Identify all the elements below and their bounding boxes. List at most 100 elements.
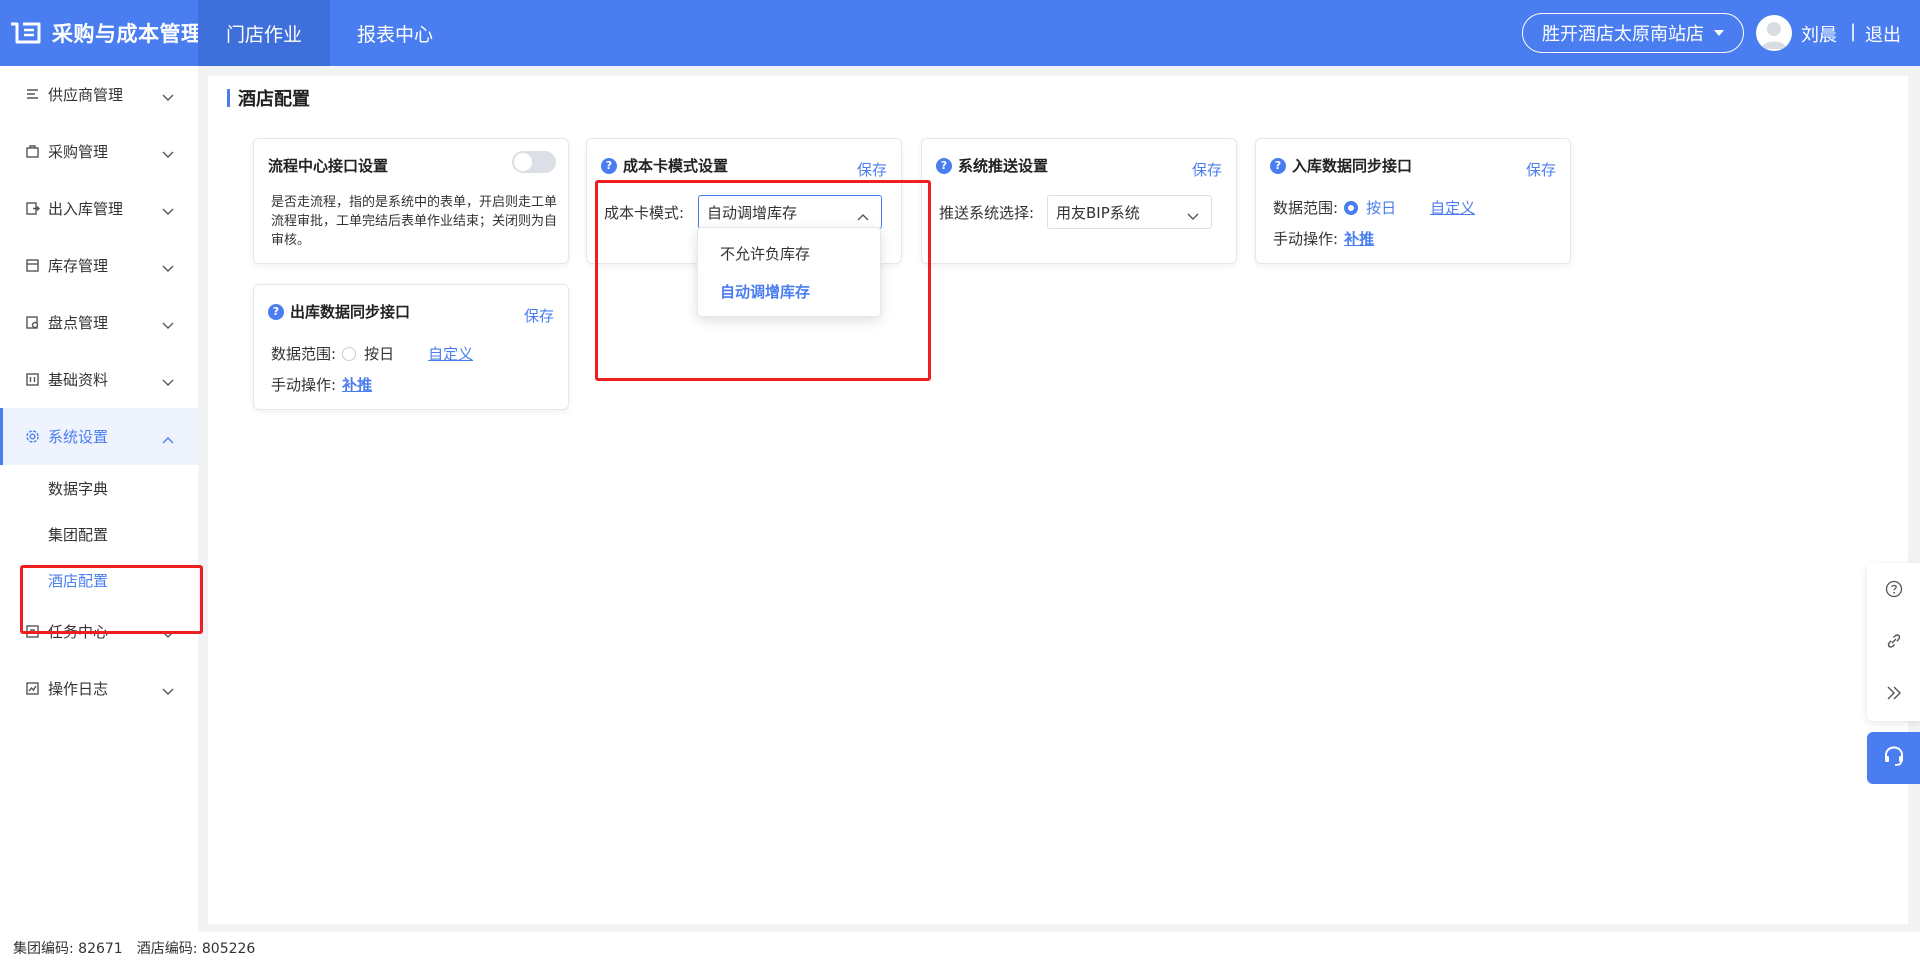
card-title-text: 系统推送设置: [958, 157, 1049, 175]
separator: |: [1850, 21, 1857, 42]
push-system-value: 用友BIP系统: [1056, 203, 1140, 222]
sidebar-item-purchase[interactable]: 采购管理: [0, 123, 198, 180]
flow-center-card: 流程中心接口设置 是否走流程，指的是系统中的表单，开启则走工单流程审批，工单完结…: [253, 138, 569, 264]
group-code-label: 集团编码:: [13, 940, 74, 957]
title-accent-bar: [227, 89, 230, 107]
sidebar-item-inventory[interactable]: 库存管理: [0, 237, 198, 294]
range-label: 数据范围:: [271, 345, 337, 363]
footer-bar: 集团编码: 82671 酒店编码: 805226: [0, 932, 1920, 963]
flow-description: 是否走流程，指的是系统中的表单，开启则走工单流程审批，工单完结后表单作业结束；关…: [271, 195, 558, 248]
manual-label: 手动操作:: [271, 376, 337, 394]
chevron-down-icon: [162, 202, 174, 220]
supplier-icon: [24, 87, 40, 103]
help-icon[interactable]: ?: [268, 303, 284, 320]
radio-daily[interactable]: 按日: [1344, 197, 1396, 218]
top-bar: 采购与成本管理 门店作业 报表中心 胜开酒店太原南站店 刘晨 | 退出: [0, 0, 1920, 66]
radio-daily-label: 按日: [364, 345, 395, 363]
custom-range-link[interactable]: 自定义: [1430, 197, 1475, 218]
chevron-down-icon: [162, 88, 174, 106]
logo-icon: [8, 19, 44, 47]
card-title-text: 出库数据同步接口: [290, 303, 411, 321]
highlight-box-dropdown: [595, 180, 931, 381]
hotel-code-value: 805226: [201, 940, 256, 957]
flow-enable-toggle[interactable]: [512, 151, 556, 173]
help-icon[interactable]: ?: [1270, 157, 1286, 174]
highlight-box-hotel-config: [20, 565, 203, 634]
repush-link[interactable]: 补推: [342, 374, 372, 395]
chevron-down-icon: [162, 373, 174, 391]
sidebar-subitem-group-config[interactable]: 集团配置: [0, 511, 198, 557]
chevron-down-icon: [162, 316, 174, 334]
inbound-manual-row: 手动操作: 补推: [1273, 228, 1374, 249]
radio-daily[interactable]: 按日: [342, 343, 394, 364]
card-title: 流程中心接口设置: [268, 155, 388, 176]
page-title-text: 酒店配置: [238, 89, 310, 110]
sidebar-item-inout[interactable]: 出入库管理: [0, 180, 198, 237]
inout-icon: [24, 201, 40, 217]
sidebar-item-label: 供应商管理: [48, 86, 124, 104]
sidebar-item-supplier[interactable]: 供应商管理: [0, 66, 198, 123]
inbound-sync-card: ? 入库数据同步接口 保存 数据范围: 按日 自定义 手动操作: 补推: [1255, 138, 1571, 264]
outbound-sync-card: ? 出库数据同步接口 保存 数据范围: 按日 自定义 手动操作: 补推: [253, 284, 569, 410]
question-circle-icon: [1885, 580, 1903, 602]
save-button[interactable]: 保存: [524, 305, 554, 326]
app-logo[interactable]: 采购与成本管理: [8, 0, 203, 66]
sidebar-subitem-data-dictionary[interactable]: 数据字典: [0, 465, 198, 511]
repush-link[interactable]: 补推: [1344, 228, 1374, 249]
manual-label: 手动操作:: [1273, 230, 1339, 248]
double-chevron-right-icon: [1885, 684, 1903, 706]
help-tool-button[interactable]: [1867, 565, 1920, 617]
card-title-text: 入库数据同步接口: [1292, 157, 1413, 175]
help-icon[interactable]: ?: [936, 157, 952, 174]
app-title: 采购与成本管理: [52, 22, 203, 46]
radio-unchecked-icon: [342, 346, 357, 361]
purchase-icon: [24, 144, 40, 160]
radio-checked-icon: [1344, 200, 1359, 215]
custom-range-link[interactable]: 自定义: [428, 343, 473, 364]
logout-link[interactable]: 退出: [1865, 21, 1901, 47]
card-title: ? 入库数据同步接口: [1270, 155, 1412, 176]
sidebar-item-stocktake[interactable]: 盘点管理: [0, 294, 198, 351]
sidebar: 供应商管理 采购管理 出入库管理 库存管理 盘点管理 基础资料 系统设置 数据字…: [0, 66, 198, 932]
caret-down-icon: [1714, 30, 1724, 36]
push-system-label: 推送系统选择:: [939, 204, 1035, 222]
store-name: 胜开酒店太原南站店: [1542, 24, 1704, 45]
floating-toolbar: [1867, 563, 1920, 721]
avatar[interactable]: [1756, 15, 1792, 51]
log-icon: [24, 681, 40, 697]
save-button[interactable]: 保存: [1192, 159, 1222, 180]
customer-support-button[interactable]: [1867, 732, 1920, 784]
user-name[interactable]: 刘晨: [1801, 21, 1837, 47]
sidebar-item-system-settings[interactable]: 系统设置: [0, 408, 198, 465]
push-system-select[interactable]: 用友BIP系统: [1047, 195, 1212, 229]
radio-daily-label: 按日: [1366, 199, 1397, 217]
headset-icon: [1882, 744, 1906, 772]
sidebar-item-label: 系统设置: [48, 428, 109, 446]
sidebar-item-operation-log[interactable]: 操作日志: [0, 660, 198, 717]
hotel-code-label: 酒店编码:: [136, 940, 198, 957]
sidebar-item-label: 基础资料: [48, 371, 109, 389]
inventory-icon: [24, 258, 40, 274]
page-title: 酒店配置: [227, 88, 310, 110]
link-tool-button[interactable]: [1867, 617, 1920, 669]
sidebar-item-label: 盘点管理: [48, 314, 109, 332]
card-title: ? 出库数据同步接口: [268, 301, 410, 322]
main-content: 酒店配置 流程中心接口设置 是否走流程，指的是系统中的表单，开启则走工单流程审批…: [208, 76, 1908, 924]
help-icon[interactable]: ?: [601, 157, 617, 174]
group-code: 集团编码: 82671: [13, 938, 123, 958]
card-title-text: 流程中心接口设置: [268, 157, 389, 175]
collapse-tool-button[interactable]: [1867, 669, 1920, 721]
save-button[interactable]: 保存: [857, 159, 887, 180]
sidebar-item-basic-data[interactable]: 基础资料: [0, 351, 198, 408]
tab-store-operations[interactable]: 门店作业: [198, 0, 330, 66]
outbound-range-row: 数据范围: 按日 自定义: [271, 343, 473, 364]
sidebar-item-label: 出入库管理: [48, 200, 124, 218]
stocktake-icon: [24, 315, 40, 331]
tab-report-center[interactable]: 报表中心: [330, 0, 460, 66]
store-selector[interactable]: 胜开酒店太原南站店: [1522, 13, 1744, 53]
sidebar-item-label: 库存管理: [48, 257, 109, 275]
hotel-code: 酒店编码: 805226: [137, 938, 256, 958]
save-button[interactable]: 保存: [1526, 159, 1556, 180]
sidebar-item-label: 操作日志: [48, 680, 109, 698]
chevron-down-icon: [162, 145, 174, 163]
